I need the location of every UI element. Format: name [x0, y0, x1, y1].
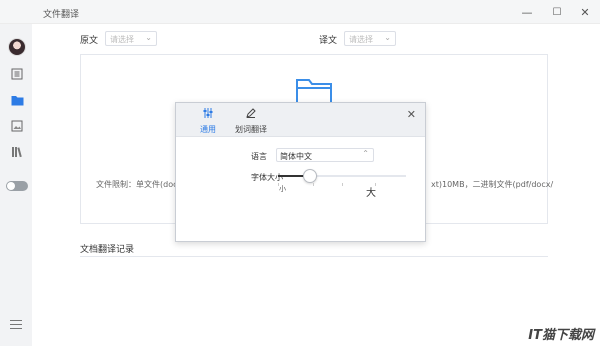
tab-word-translate-label: 划词翻译 — [235, 125, 267, 134]
window-title: 文件翻译 — [43, 10, 80, 20]
settings-sliders-icon — [203, 108, 213, 118]
records-title: 文档翻译记录 — [80, 245, 135, 255]
slider-handle[interactable] — [303, 169, 317, 183]
tab-word-translate[interactable]: 划词翻译 — [234, 108, 268, 135]
source-language-placeholder: 请选择 — [110, 35, 134, 44]
file-limit-text-continued: xt)10MB，二进制文件(pdf/docx/ — [431, 180, 554, 189]
settings-dialog: 通用 划词翻译 ✕ 语言 简体中文 ⌃ 字体大小 小 大 — [175, 102, 426, 242]
slider-tick — [342, 183, 343, 186]
tab-general-label: 通用 — [200, 125, 216, 134]
maximize-button[interactable]: ☐ — [546, 3, 568, 21]
menu-icon[interactable] — [10, 320, 22, 332]
sidebar — [0, 24, 32, 346]
font-size-small-label: 小 — [279, 185, 286, 193]
pencil-icon — [246, 108, 256, 118]
font-size-label: 字体大小 — [251, 173, 283, 182]
source-language-select[interactable]: 请选择 ⌄ — [105, 31, 157, 46]
chevron-down-icon: ⌄ — [145, 33, 152, 42]
close-button[interactable]: ✕ — [574, 3, 596, 21]
language-value: 简体中文 — [280, 152, 312, 161]
font-size-slider[interactable] — [278, 169, 406, 183]
chevron-down-icon: ⌄ — [384, 33, 391, 42]
folder-icon[interactable] — [10, 93, 24, 107]
source-language-label: 原文 — [80, 36, 99, 46]
file-limit-text: 文件限制：单文件(docx/ — [96, 180, 185, 189]
settings-dialog-header: 通用 划词翻译 ✕ — [176, 103, 425, 137]
language-label: 语言 — [251, 152, 267, 161]
image-translate-icon[interactable] — [10, 119, 24, 133]
target-language-placeholder: 请选择 — [349, 35, 373, 44]
target-language-label: 译文 — [319, 36, 338, 46]
target-language-select[interactable]: 请选择 ⌄ — [344, 31, 396, 46]
toggle-switch[interactable] — [6, 181, 28, 191]
font-size-large-label: 大 — [366, 188, 376, 199]
title-bar: 文件翻译 — ☐ ✕ — [0, 0, 600, 24]
tab-general[interactable]: 通用 — [198, 108, 218, 135]
divider — [80, 256, 548, 257]
text-translate-icon[interactable] — [10, 67, 24, 81]
close-icon[interactable]: ✕ — [407, 108, 416, 121]
avatar[interactable] — [8, 38, 26, 56]
watermark-logo: IT猫下载网 — [528, 328, 594, 343]
library-icon[interactable] — [10, 145, 24, 159]
chevron-up-icon: ⌃ — [362, 149, 369, 158]
minimize-button[interactable]: — — [516, 3, 538, 21]
language-select[interactable]: 简体中文 ⌃ — [276, 148, 374, 162]
slider-tick — [313, 183, 314, 186]
